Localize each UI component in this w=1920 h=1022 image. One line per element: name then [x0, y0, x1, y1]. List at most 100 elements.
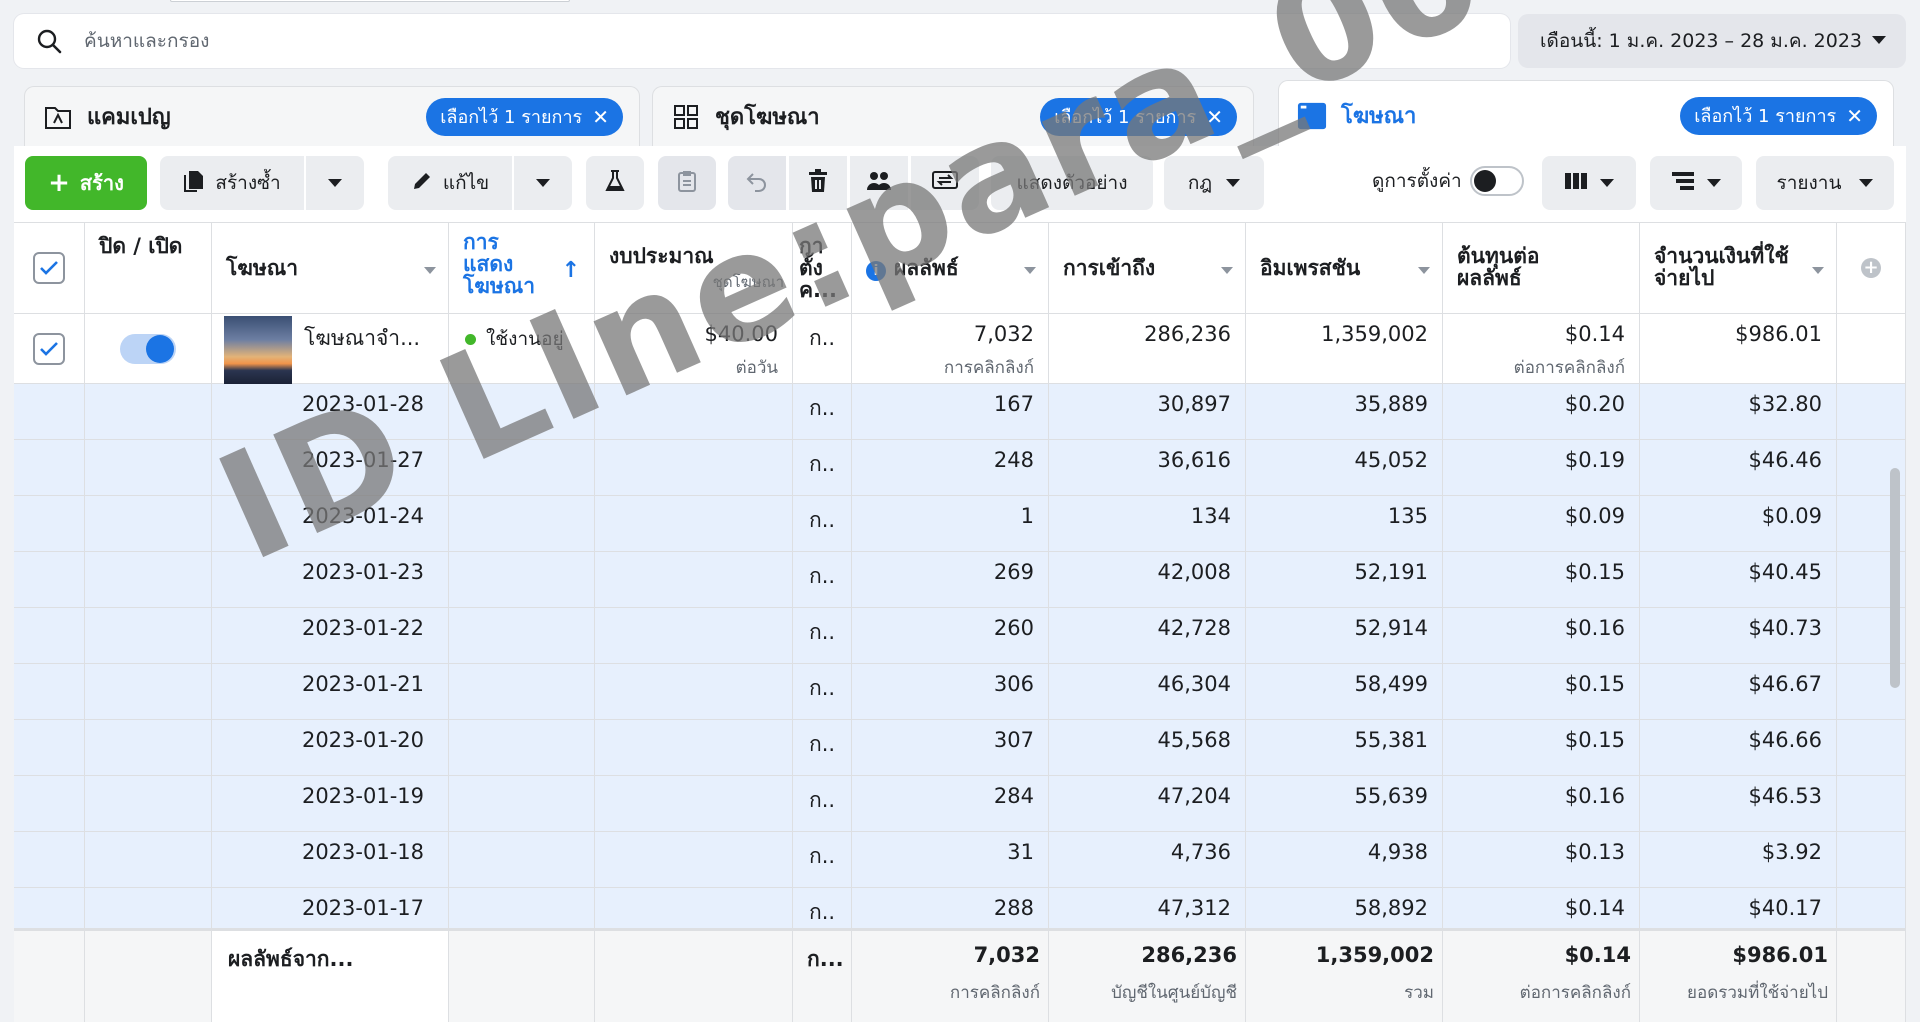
- tab-campaigns[interactable]: แคมเปญ เลือกไว้ 1 รายการ ✕: [24, 86, 640, 146]
- row-toggle-cell: [85, 664, 212, 720]
- row-results-cell: 284: [852, 776, 1049, 832]
- daily-row[interactable]: 2023-01-18 ก.. 31 4,736 4,938 $0.13 $3.92: [14, 832, 1906, 888]
- columns-button[interactable]: [1542, 156, 1636, 210]
- row-bid-cell: ก..: [793, 384, 852, 440]
- row-reach-value: 36,616: [1157, 448, 1231, 472]
- daily-row[interactable]: 2023-01-21 ก.. 306 46,304 58,499 $0.15 $46.67: [14, 664, 1906, 720]
- row-end-cell: [1837, 832, 1906, 888]
- ad-row-checkbox[interactable]: [33, 332, 65, 365]
- tab-campaigns-label: แคมเปญ: [87, 105, 171, 130]
- add-column-cell[interactable]: +: [1837, 223, 1906, 314]
- col-toggle[interactable]: ปิด / เปิด: [85, 223, 212, 314]
- chevron-down-icon: [1707, 179, 1721, 187]
- row-spent-cell: $46.66: [1640, 720, 1837, 776]
- table-footer: ผลลัพธ์จาก... ก... 7,032 การคลิกลิงก์ 286…: [14, 928, 1906, 1022]
- row-budget-cell: [595, 552, 793, 608]
- row-cost-value: $0.16: [1564, 784, 1625, 808]
- ad-row[interactable]: โฆษณาจำ... ใช้งานอยู่ $40.00 ต่อวัน ก.. 7…: [14, 314, 1906, 384]
- row-impressions-cell: 52,914: [1246, 608, 1443, 664]
- row-reach-value: 42,008: [1157, 560, 1231, 584]
- row-reach-cell: 42,728: [1049, 608, 1246, 664]
- row-results-cell: 307: [852, 720, 1049, 776]
- footer-cost-cell: $0.14 ต่อการคลิกลิงก์: [1443, 931, 1640, 1022]
- date-range-picker[interactable]: เดือนนี้: 1 ม.ค. 2023 – 28 ม.ค. 2023: [1518, 14, 1906, 68]
- edit-button[interactable]: แก้ไข: [388, 156, 512, 210]
- footer-reach-cell: 286,236 บัญชีในศูนย์บัญชี: [1049, 931, 1246, 1022]
- create-label: สร้าง: [79, 171, 124, 195]
- select-all-cell[interactable]: [14, 223, 85, 314]
- clipboard-button[interactable]: [658, 156, 716, 210]
- col-ad[interactable]: โฆษณา: [212, 223, 449, 314]
- row-reach-value: 46,304: [1157, 672, 1231, 696]
- pencil-icon: [411, 170, 433, 197]
- row-end-cell: [1837, 776, 1906, 832]
- view-settings-toggle[interactable]: [1469, 166, 1524, 196]
- row-delivery-cell: [449, 720, 595, 776]
- row-cost-cell: $0.09: [1443, 496, 1640, 552]
- ab-test-button[interactable]: [586, 156, 644, 210]
- ad-on-off-toggle[interactable]: [120, 333, 176, 364]
- close-icon[interactable]: ✕: [592, 105, 609, 129]
- ad-spent-cell: $986.01: [1640, 314, 1837, 384]
- ad-row-checkbox-cell[interactable]: [14, 314, 85, 384]
- row-bid-value: ก..: [809, 508, 836, 532]
- row-cost-value: $0.16: [1564, 616, 1625, 640]
- col-impressions[interactable]: อิมเพรสชัน: [1246, 223, 1443, 314]
- flask-icon: [604, 169, 626, 198]
- daily-row[interactable]: 2023-01-20 ก.. 307 45,568 55,381 $0.15 $46.66: [14, 720, 1906, 776]
- col-reach[interactable]: การเข้าถึง: [1049, 223, 1246, 314]
- campaign-selection-pill[interactable]: เลือกไว้ 1 รายการ ✕: [426, 97, 623, 136]
- footer-impressions-cell: 1,359,002 รวม: [1246, 931, 1443, 1022]
- row-cost-value: $0.13: [1564, 840, 1625, 864]
- breakdown-button[interactable]: [1650, 156, 1742, 210]
- daily-row[interactable]: 2023-01-19 ก.. 284 47,204 55,639 $0.16 $46.53: [14, 776, 1906, 832]
- row-cost-cell: $0.20: [1443, 384, 1640, 440]
- ad-selection-pill[interactable]: เลือกไว้ 1 รายการ ✕: [1680, 96, 1877, 135]
- row-results-cell: 31: [852, 832, 1049, 888]
- create-button[interactable]: + สร้าง: [25, 156, 147, 210]
- ad-cost-cell: $0.14 ต่อการคลิกลิงก์: [1443, 314, 1640, 384]
- row-budget-cell: [595, 832, 793, 888]
- footer-spent-cell: $986.01 ยอดรวมที่ใช้จ่ายไป: [1640, 931, 1837, 1022]
- row-bid-value: ก..: [809, 788, 836, 812]
- row-bid-value: ก..: [809, 900, 836, 924]
- row-toggle-cell: [85, 496, 212, 552]
- row-check-cell: [14, 552, 85, 608]
- row-results-value: 306: [993, 672, 1034, 696]
- row-delivery-cell: [449, 832, 595, 888]
- ad-impressions-value: 1,359,002: [1321, 322, 1428, 346]
- row-impressions-cell: 55,381: [1246, 720, 1443, 776]
- row-toggle-cell: [85, 440, 212, 496]
- daily-row[interactable]: 2023-01-22 ก.. 260 42,728 52,914 $0.16 $40.73: [14, 608, 1906, 664]
- row-budget-cell: [595, 664, 793, 720]
- clipboard-icon: [677, 169, 697, 198]
- footer-results-from[interactable]: ผลลัพธ์จาก...: [212, 931, 449, 1022]
- row-reach-value: 4,736: [1170, 840, 1231, 864]
- row-cost-cell: $0.19: [1443, 440, 1640, 496]
- row-impressions-cell: 45,052: [1246, 440, 1443, 496]
- col-cost-per-result[interactable]: ต้นทุนต่อผลลัพธ์: [1443, 223, 1640, 314]
- row-impressions-cell: 58,499: [1246, 664, 1443, 720]
- table-scrollbar[interactable]: [1890, 468, 1900, 688]
- footer-results-cell: 7,032 การคลิกลิงก์: [852, 931, 1049, 1022]
- row-spent-cell: $46.46: [1640, 440, 1837, 496]
- row-date-value: 2023-01-20: [301, 728, 424, 752]
- duplicate-dropdown[interactable]: [306, 156, 364, 210]
- duplicate-button[interactable]: สร้างซ้ำ: [160, 156, 304, 210]
- add-column-icon[interactable]: +: [1861, 258, 1881, 278]
- footer-cell-check: [14, 931, 85, 1022]
- ad-toggle-cell[interactable]: [85, 314, 212, 384]
- col-amount-spent[interactable]: จำนวนเงินที่ใช้จ่ายไป: [1640, 223, 1837, 314]
- ad-spent-value: $986.01: [1735, 322, 1822, 346]
- chevron-down-icon: [1226, 179, 1241, 187]
- row-check-cell: [14, 440, 85, 496]
- row-reach-cell: 47,204: [1049, 776, 1246, 832]
- edit-dropdown[interactable]: [514, 156, 572, 210]
- row-cost-value: $0.15: [1564, 728, 1625, 752]
- select-all-checkbox[interactable]: [33, 252, 65, 284]
- row-budget-cell: [595, 720, 793, 776]
- row-spent-value: $40.73: [1748, 616, 1822, 640]
- row-toggle-cell: [85, 608, 212, 664]
- reports-button[interactable]: รายงาน: [1756, 156, 1894, 210]
- close-icon[interactable]: ✕: [1846, 104, 1863, 128]
